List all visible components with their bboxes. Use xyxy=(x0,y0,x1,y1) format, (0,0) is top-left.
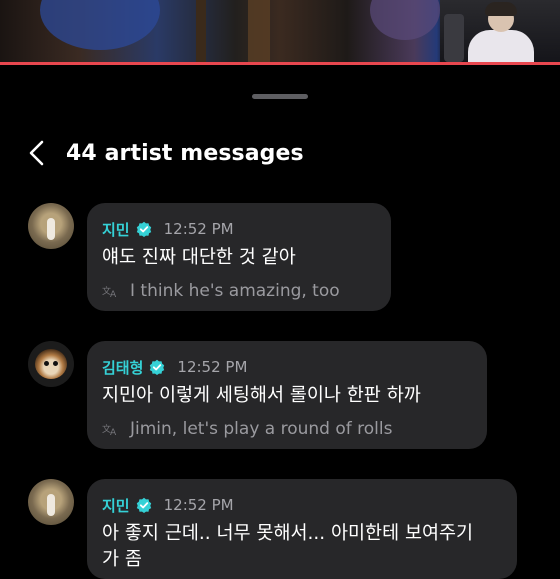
sender-name: 지민 xyxy=(102,220,130,239)
avatar[interactable] xyxy=(28,203,74,249)
translate-icon: 文 A xyxy=(102,423,117,436)
video-progress-bar[interactable] xyxy=(0,62,560,65)
chevron-left-icon[interactable] xyxy=(26,138,48,168)
message-item: 김태형 12:52 PM 지민아 이렇게 세팅해서 롤이나 한판 하까 文 A … xyxy=(28,341,548,451)
sheet-drag-handle[interactable] xyxy=(252,94,308,99)
verified-badge-icon xyxy=(136,221,151,237)
page-title: 44 artist messages xyxy=(66,140,304,166)
messages-header: 44 artist messages xyxy=(26,136,304,170)
avatar[interactable] xyxy=(28,479,74,525)
translation: 文 A I think he's amazing, too xyxy=(102,281,375,301)
message-time: 12:52 PM xyxy=(163,220,234,238)
svg-text:A: A xyxy=(110,290,117,298)
sender-name: 지민 xyxy=(102,496,130,515)
avatar[interactable] xyxy=(28,341,74,387)
verified-badge-icon xyxy=(136,497,151,513)
message-item: 지민 12:52 PM 아 좋지 근데.. 너무 못해서... 아미한테 보여주… xyxy=(28,479,548,579)
message-time: 12:52 PM xyxy=(177,358,248,376)
message-text: 지민아 이렇게 세팅해서 롤이나 한판 하까 xyxy=(102,385,421,406)
translate-icon: 文 A xyxy=(102,285,117,298)
translation-text: I think he's amazing, too xyxy=(130,281,340,301)
video-frame xyxy=(40,0,160,50)
message-item: 지민 12:52 PM 얘도 진짜 대단한 것 같아 文 A I think h… xyxy=(28,203,548,313)
svg-text:A: A xyxy=(110,428,117,436)
message-bubble[interactable]: 김태형 12:52 PM 지민아 이렇게 세팅해서 롤이나 한판 하까 文 A … xyxy=(87,341,487,449)
picture-in-picture-video[interactable] xyxy=(440,0,560,62)
message-time: 12:52 PM xyxy=(163,496,234,514)
message-text: 아 좋지 근데.. 너무 못해서... 아미한테 보여주기 xyxy=(102,523,474,544)
message-bubble[interactable]: 지민 12:52 PM 아 좋지 근데.. 너무 못해서... 아미한테 보여주… xyxy=(87,479,517,579)
message-bubble[interactable]: 지민 12:52 PM 얘도 진짜 대단한 것 같아 文 A I think h… xyxy=(87,203,391,311)
translation-text: Jimin, let's play a round of rolls xyxy=(130,419,393,439)
sender-name: 김태형 xyxy=(102,358,144,377)
verified-badge-icon xyxy=(150,359,165,375)
message-text-continued: 가 좀 xyxy=(102,549,142,570)
translation: 文 A Jimin, let's play a round of rolls xyxy=(102,419,471,439)
message-text: 얘도 진짜 대단한 것 같아 xyxy=(102,247,296,268)
